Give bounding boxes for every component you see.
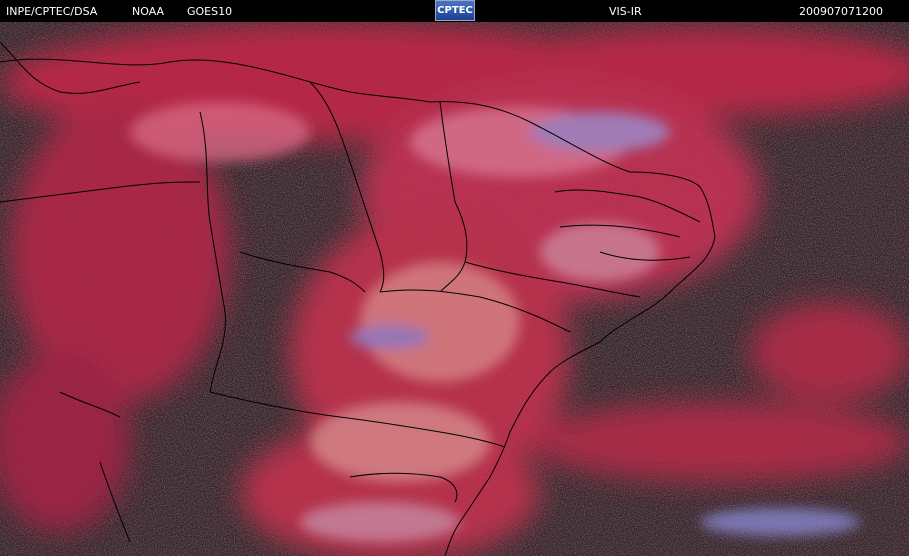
source-label: INPE/CPTEC/DSA [6, 5, 98, 18]
header-bar: INPE/CPTEC/DSA NOAA GOES10 CPTEC VIS-IR … [0, 0, 909, 22]
timestamp-label: 200907071200 [799, 5, 883, 18]
channel-label: VIS-IR [609, 5, 642, 18]
satellite-label: GOES10 [187, 5, 233, 18]
satellite-image [0, 22, 909, 556]
cptec-logo: CPTEC [435, 0, 475, 21]
agency-label: NOAA [132, 5, 165, 18]
